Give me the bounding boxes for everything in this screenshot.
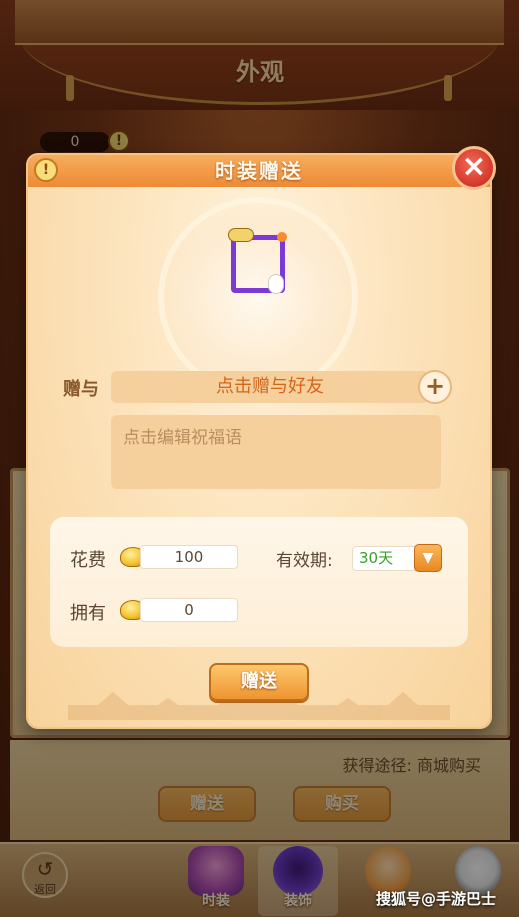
owned-label: 拥有	[70, 603, 106, 624]
watermark: 搜狐号@手游巴士	[376, 890, 497, 908]
cloud-deco-icon	[228, 228, 254, 242]
cost-value: 100	[140, 545, 238, 569]
chevron-down-icon[interactable]: ▼	[414, 544, 442, 572]
gem-deco-icon	[277, 232, 287, 242]
friend-select-field[interactable]: 点击赠与好友	[111, 371, 429, 403]
cost-label: 花费	[70, 550, 106, 571]
info-icon[interactable]: !	[34, 158, 58, 182]
avatar-frame-item	[228, 228, 287, 294]
gift-to-label: 赠与	[63, 379, 99, 400]
price-panel	[50, 517, 468, 647]
item-halo	[158, 197, 358, 397]
gift-button[interactable]: 赠送	[209, 663, 309, 701]
gift-dialog: 时装赠送 ! 赠与 点击赠与好友 + 点击编辑祝福语 花费 100 有效期: 3…	[28, 155, 490, 727]
dialog-title: 时装赠送	[215, 159, 303, 183]
rabbit-deco-icon	[268, 274, 284, 294]
blessing-message-field[interactable]: 点击编辑祝福语	[111, 415, 441, 489]
owned-value: 0	[140, 598, 238, 622]
validity-label: 有效期:	[276, 551, 333, 571]
add-friend-button[interactable]: +	[418, 370, 452, 404]
close-icon[interactable]: ×	[452, 146, 496, 190]
